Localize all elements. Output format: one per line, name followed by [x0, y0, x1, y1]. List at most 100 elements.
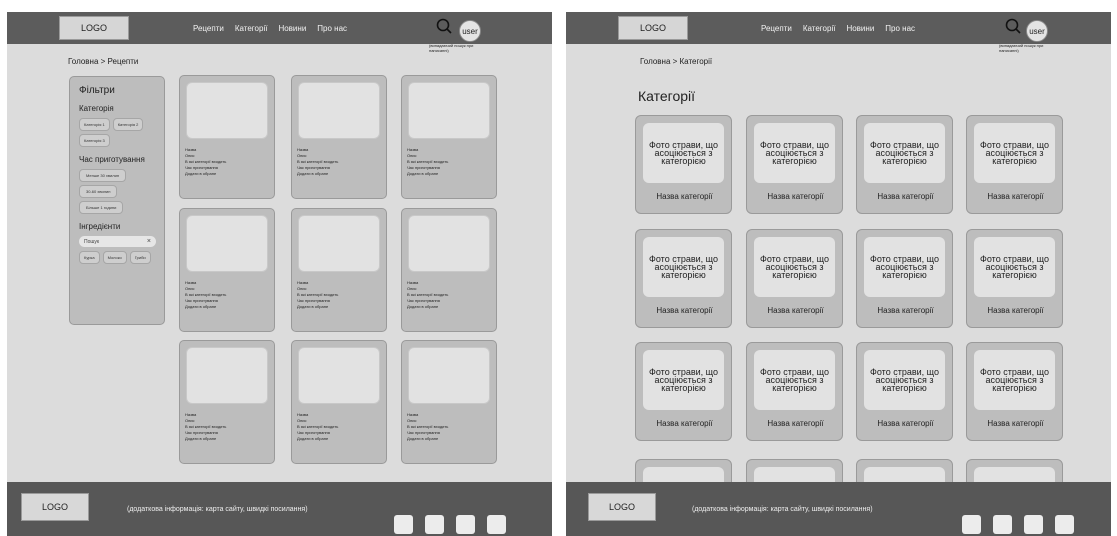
main-nav: Рецепти Категорії Новини Про нас [761, 12, 915, 44]
time-chips: Менше 30 хвилин 30-60 хвилин Більше 1 го… [79, 169, 155, 214]
social-icon[interactable] [456, 515, 475, 534]
recipe-image [408, 347, 490, 404]
category-card[interactable]: Фото страви, що асоціюється з категорією… [746, 229, 843, 328]
category-photo: Фото страви, що асоціюється з категорією [643, 237, 724, 297]
recipe-card[interactable]: Назва Опис В які категорії входить Час приг… [291, 340, 387, 464]
social-icon[interactable] [962, 515, 981, 534]
category-card[interactable]: Фото страви, що асоціюється з категорією… [966, 342, 1063, 441]
ingredient-chips: Курка Молоко Гриби [79, 251, 155, 264]
social-icon[interactable] [425, 515, 444, 534]
category-photo: Фото страви, що асоціюється з категорією [643, 350, 724, 410]
recipe-image [298, 82, 380, 139]
chip-category-3[interactable]: Категорія 3 [79, 134, 110, 147]
category-card[interactable]: Фото страви, що асоціюється з категорією… [856, 229, 953, 328]
close-icon[interactable]: × [147, 238, 151, 245]
recipe-image [408, 215, 490, 272]
nav-recipes[interactable]: Рецепти [761, 24, 792, 33]
chip-ingredient-milk[interactable]: Молоко [102, 251, 127, 264]
category-photo: Фото страви, що асоціюється з категорією [754, 237, 835, 297]
chip-time-over-1h[interactable]: Більше 1 години [79, 201, 124, 214]
category-card[interactable]: Фото страви, що асоціюється з категорією… [746, 342, 843, 441]
social-icon[interactable] [1055, 515, 1074, 534]
recipe-meta: Назва Опис В які категорії входить Час приг… [297, 280, 338, 310]
ingredient-search-input[interactable]: Пошук × [79, 236, 156, 247]
category-photo: Фото страви, що асоціюється з категорією [864, 237, 945, 297]
add-to-favorites[interactable]: Додати в обране [407, 304, 448, 310]
category-card[interactable]: Фото страви, що асоціюється з категорією… [635, 115, 732, 214]
category-card[interactable]: Фото страви, що асоціюється з категорією… [746, 115, 843, 214]
category-card[interactable]: Фото страви, що асоціюється з категорією… [635, 342, 732, 441]
user-avatar[interactable]: user [1026, 20, 1048, 42]
footer-logo[interactable]: LOGO [588, 493, 656, 521]
category-name: Назва категорії [877, 192, 934, 201]
recipe-card[interactable]: Назва Опис В які категорії входить Час приг… [179, 208, 275, 332]
category-photo: Фото страви, що асоціюється з категорією [864, 123, 945, 183]
page-title: Категорії [638, 88, 696, 104]
social-icon[interactable] [487, 515, 506, 534]
social-icon[interactable] [1024, 515, 1043, 534]
recipe-card[interactable]: Назва Опис В які категорії входить Час приг… [179, 75, 275, 199]
recipe-card[interactable]: Назва Опис В які категорії входить Час приг… [291, 208, 387, 332]
chip-time-under-30[interactable]: Менше 30 хвилин [79, 169, 127, 182]
recipe-card[interactable]: Назва Опис В які категорії входить Час приг… [179, 340, 275, 464]
time-filter-label: Час приготування [79, 155, 145, 164]
recipe-image [408, 82, 490, 139]
recipes-page: LOGO Рецепти Категорії Новини Про нас us… [7, 12, 552, 536]
add-to-favorites[interactable]: Додати в обране [185, 304, 226, 310]
category-photo: Фото страви, що асоціюється з категорією [864, 350, 945, 410]
social-icon[interactable] [394, 515, 413, 534]
category-name: Назва категорії [987, 192, 1044, 201]
category-photo: Фото страви, що асоціюється з категорією [754, 123, 835, 183]
category-chips: Категорія 1 Категорія 2 Категорія 3 [79, 118, 155, 147]
category-card[interactable]: Фото страви, що асоціюється з категорією… [856, 115, 953, 214]
search-icon[interactable] [1005, 18, 1021, 34]
nav-categories[interactable]: Категорії [803, 24, 836, 33]
add-to-favorites[interactable]: Додати в обране [297, 436, 338, 442]
category-card[interactable]: Фото страви, що асоціюється з категорією… [966, 229, 1063, 328]
nav-about[interactable]: Про нас [317, 24, 347, 33]
category-card[interactable]: Фото страви, що асоціюється з категорією… [635, 229, 732, 328]
category-photo: Фото страви, що асоціюється з категорією [974, 237, 1055, 297]
chip-ingredient-mushrooms[interactable]: Гриби [129, 251, 151, 264]
recipe-meta: Назва Опис В які категорії входить Час приг… [407, 280, 448, 310]
add-to-favorites[interactable]: Додати в обране [407, 436, 448, 442]
recipe-card[interactable]: Назва Опис В які категорії входить Час приг… [401, 208, 497, 332]
nav-recipes[interactable]: Рецепти [193, 24, 224, 33]
category-filter-label: Категорія [79, 104, 114, 113]
recipe-image [186, 82, 268, 139]
chip-category-2[interactable]: Категорія 2 [112, 118, 144, 131]
logo[interactable]: LOGO [618, 16, 688, 40]
recipe-meta: Назва Опис В які категорії входить Час приг… [407, 147, 448, 177]
recipe-card[interactable]: Назва Опис В які категорії входить Час приг… [401, 340, 497, 464]
recipe-card[interactable]: Назва Опис В які категорії входить Час приг… [291, 75, 387, 199]
header: LOGO Рецепти Категорії Новини Про нас us… [566, 12, 1111, 44]
category-card[interactable]: Фото страви, що асоціюється з категорією… [966, 115, 1063, 214]
add-to-favorites[interactable]: Додати в обране [297, 171, 338, 177]
nav-news[interactable]: Новини [846, 24, 874, 33]
add-to-favorites[interactable]: Додати в обране [185, 436, 226, 442]
user-avatar[interactable]: user [459, 20, 481, 42]
recipe-meta: Назва Опис В які категорії входить Час приг… [297, 147, 338, 177]
recipe-card[interactable]: Назва Опис В які категорії входить Час приг… [401, 75, 497, 199]
chip-category-1[interactable]: Категорія 1 [79, 118, 110, 131]
ingredients-filter-label: Інгредієнти [79, 222, 121, 231]
chip-time-30-60[interactable]: 30-60 хвилин [79, 185, 118, 198]
logo[interactable]: LOGO [59, 16, 129, 40]
nav-categories[interactable]: Категорії [235, 24, 268, 33]
footer-info: (додаткова інформація: карта сайту, швид… [692, 506, 873, 513]
recipe-image [186, 215, 268, 272]
breadcrumb: Головна > Рецепти [68, 57, 139, 66]
recipe-image [298, 215, 380, 272]
category-photo: Фото страви, що асоціюється з категорією [643, 123, 724, 183]
add-to-favorites[interactable]: Додати в обране [297, 304, 338, 310]
category-card[interactable]: Фото страви, що асоціюється з категорією… [856, 342, 953, 441]
chip-ingredient-chicken[interactable]: Курка [79, 251, 100, 264]
add-to-favorites[interactable]: Додати в обране [407, 171, 448, 177]
header: LOGO Рецепти Категорії Новини Про нас us… [7, 12, 552, 44]
nav-about[interactable]: Про нас [885, 24, 915, 33]
social-icon[interactable] [993, 515, 1012, 534]
add-to-favorites[interactable]: Додати в обране [185, 171, 226, 177]
footer-logo[interactable]: LOGO [21, 493, 89, 521]
nav-news[interactable]: Новини [278, 24, 306, 33]
search-icon[interactable] [436, 18, 452, 34]
